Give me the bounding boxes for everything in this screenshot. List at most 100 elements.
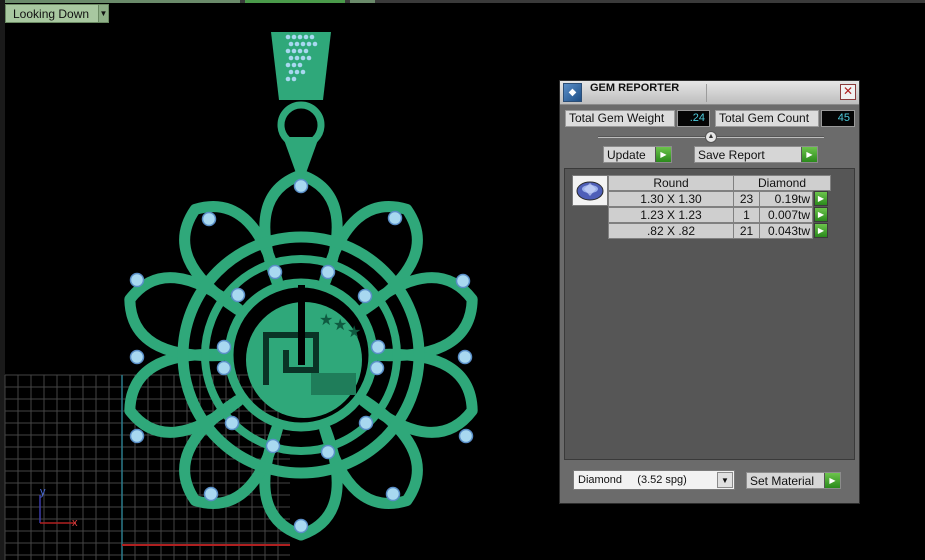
round-gem — [458, 428, 474, 444]
round-gem — [293, 178, 309, 194]
pave-gem — [294, 55, 300, 61]
pave-gem — [291, 34, 297, 40]
set-material-button-label: Set Material — [750, 473, 815, 488]
play-arrow-icon[interactable]: ▶ — [814, 223, 828, 238]
gem-count-cell: 21 — [733, 223, 760, 239]
update-button-label: Update — [607, 147, 646, 162]
round-gem — [129, 272, 145, 288]
star-icon: ★ — [333, 315, 347, 334]
round-gem — [203, 486, 219, 502]
total-gem-weight-value: .24 — [677, 110, 710, 127]
pave-gem — [288, 55, 294, 61]
pave-gem — [303, 48, 309, 54]
round-gem — [455, 273, 471, 289]
round-gem — [129, 428, 145, 444]
gem-weight-cell: 0.007tw — [759, 207, 813, 223]
pave-gem — [297, 62, 303, 68]
total-gem-count-value: 45 — [821, 110, 855, 127]
pave-gem — [306, 41, 312, 47]
gem-reporter-titlebar[interactable]: ◆ GEM REPORTER ✕ — [560, 81, 859, 105]
pave-gem — [285, 62, 291, 68]
gem-size-cell: 1.30 X 1.30 — [608, 191, 734, 207]
column-header-round: Round — [608, 175, 734, 191]
round-gem — [129, 349, 145, 365]
round-gem — [370, 339, 386, 355]
save-report-button[interactable]: Save Report ▶ — [694, 146, 818, 163]
gem-count-cell: 1 — [733, 207, 760, 223]
pave-gem — [288, 69, 294, 75]
star-icon: ★ — [319, 310, 333, 329]
pave-gem — [294, 69, 300, 75]
gem-weight-cell: 0.19tw — [759, 191, 813, 207]
round-gem — [201, 211, 217, 227]
save-report-button-label: Save Report — [698, 147, 765, 162]
titlebar-divider — [706, 84, 707, 102]
round-gem — [369, 360, 385, 376]
chevron-down-icon[interactable]: ▼ — [98, 5, 108, 22]
close-icon[interactable]: ✕ — [840, 84, 856, 100]
pave-gem — [297, 48, 303, 54]
axis-y-label: y — [40, 486, 46, 498]
update-button[interactable]: Update ▶ — [603, 146, 672, 163]
pave-gem — [285, 34, 291, 40]
gem-weight-cell: 0.043tw — [759, 223, 813, 239]
gem-size-cell: 1.23 X 1.23 — [608, 207, 734, 223]
panel-splitter[interactable]: ▲ — [598, 131, 824, 143]
total-gem-count-label: Total Gem Count — [715, 110, 819, 127]
round-gem-icon[interactable] — [572, 175, 608, 206]
play-arrow-icon: ▶ — [824, 473, 840, 488]
round-gem — [265, 438, 281, 454]
pave-gem — [303, 34, 309, 40]
play-arrow-icon[interactable]: ▶ — [814, 207, 828, 222]
set-material-button[interactable]: Set Material ▶ — [746, 472, 841, 489]
pave-gem — [285, 48, 291, 54]
round-gem — [224, 415, 240, 431]
engraved-pattern — [311, 373, 356, 395]
gem-reporter-logo-icon: ◆ — [563, 83, 582, 102]
round-gem — [293, 518, 309, 534]
material-select-value: Diamond (3.52 spg) — [578, 474, 687, 486]
round-gem — [230, 287, 246, 303]
gem-reporter-title: GEM REPORTER — [590, 82, 680, 94]
pave-gem — [306, 55, 312, 61]
pave-gem — [285, 76, 291, 82]
pave-gem — [291, 48, 297, 54]
round-gem — [216, 339, 232, 355]
play-arrow-icon: ▶ — [655, 147, 671, 162]
pave-gem — [297, 34, 303, 40]
column-header-diamond: Diamond — [733, 175, 831, 191]
gem-size-cell: .82 X .82 — [608, 223, 734, 239]
round-gem — [385, 486, 401, 502]
pave-gem — [300, 41, 306, 47]
center-slot — [298, 285, 305, 365]
round-gem — [387, 210, 403, 226]
material-select[interactable]: Diamond (3.52 spg) ▼ — [573, 470, 735, 490]
round-gem — [457, 349, 473, 365]
round-gem — [216, 360, 232, 376]
view-label[interactable]: Looking Down ▼ — [5, 4, 109, 23]
gem-reporter-panel: ◆ GEM REPORTER ✕ Total Gem Weight .24 To… — [559, 80, 860, 504]
round-gem — [320, 264, 336, 280]
round-gem — [267, 264, 283, 280]
total-gem-weight-label: Total Gem Weight — [565, 110, 675, 127]
axis-gizmo: y x — [39, 486, 78, 529]
play-arrow-icon[interactable]: ▶ — [814, 191, 828, 206]
pave-gem — [300, 69, 306, 75]
pave-gem — [312, 41, 318, 47]
round-gem — [358, 415, 374, 431]
collapse-icon[interactable]: ▲ — [705, 131, 717, 143]
pave-gem — [300, 55, 306, 61]
play-arrow-icon: ▶ — [801, 147, 817, 162]
gem-count-cell: 23 — [733, 191, 760, 207]
star-icon: ★ — [347, 322, 361, 341]
pave-gem — [291, 76, 297, 82]
round-gem — [320, 444, 336, 460]
axis-x-label: x — [72, 517, 78, 529]
pave-gem — [309, 34, 315, 40]
pave-gem — [294, 41, 300, 47]
pave-gem — [291, 62, 297, 68]
gem-list[interactable]: Round Diamond 1.30 X 1.30 23 0.19tw ▶ 1.… — [564, 168, 855, 460]
chevron-down-icon[interactable]: ▼ — [717, 472, 733, 488]
round-gem — [357, 288, 373, 304]
view-label-text: Looking Down — [13, 6, 90, 21]
